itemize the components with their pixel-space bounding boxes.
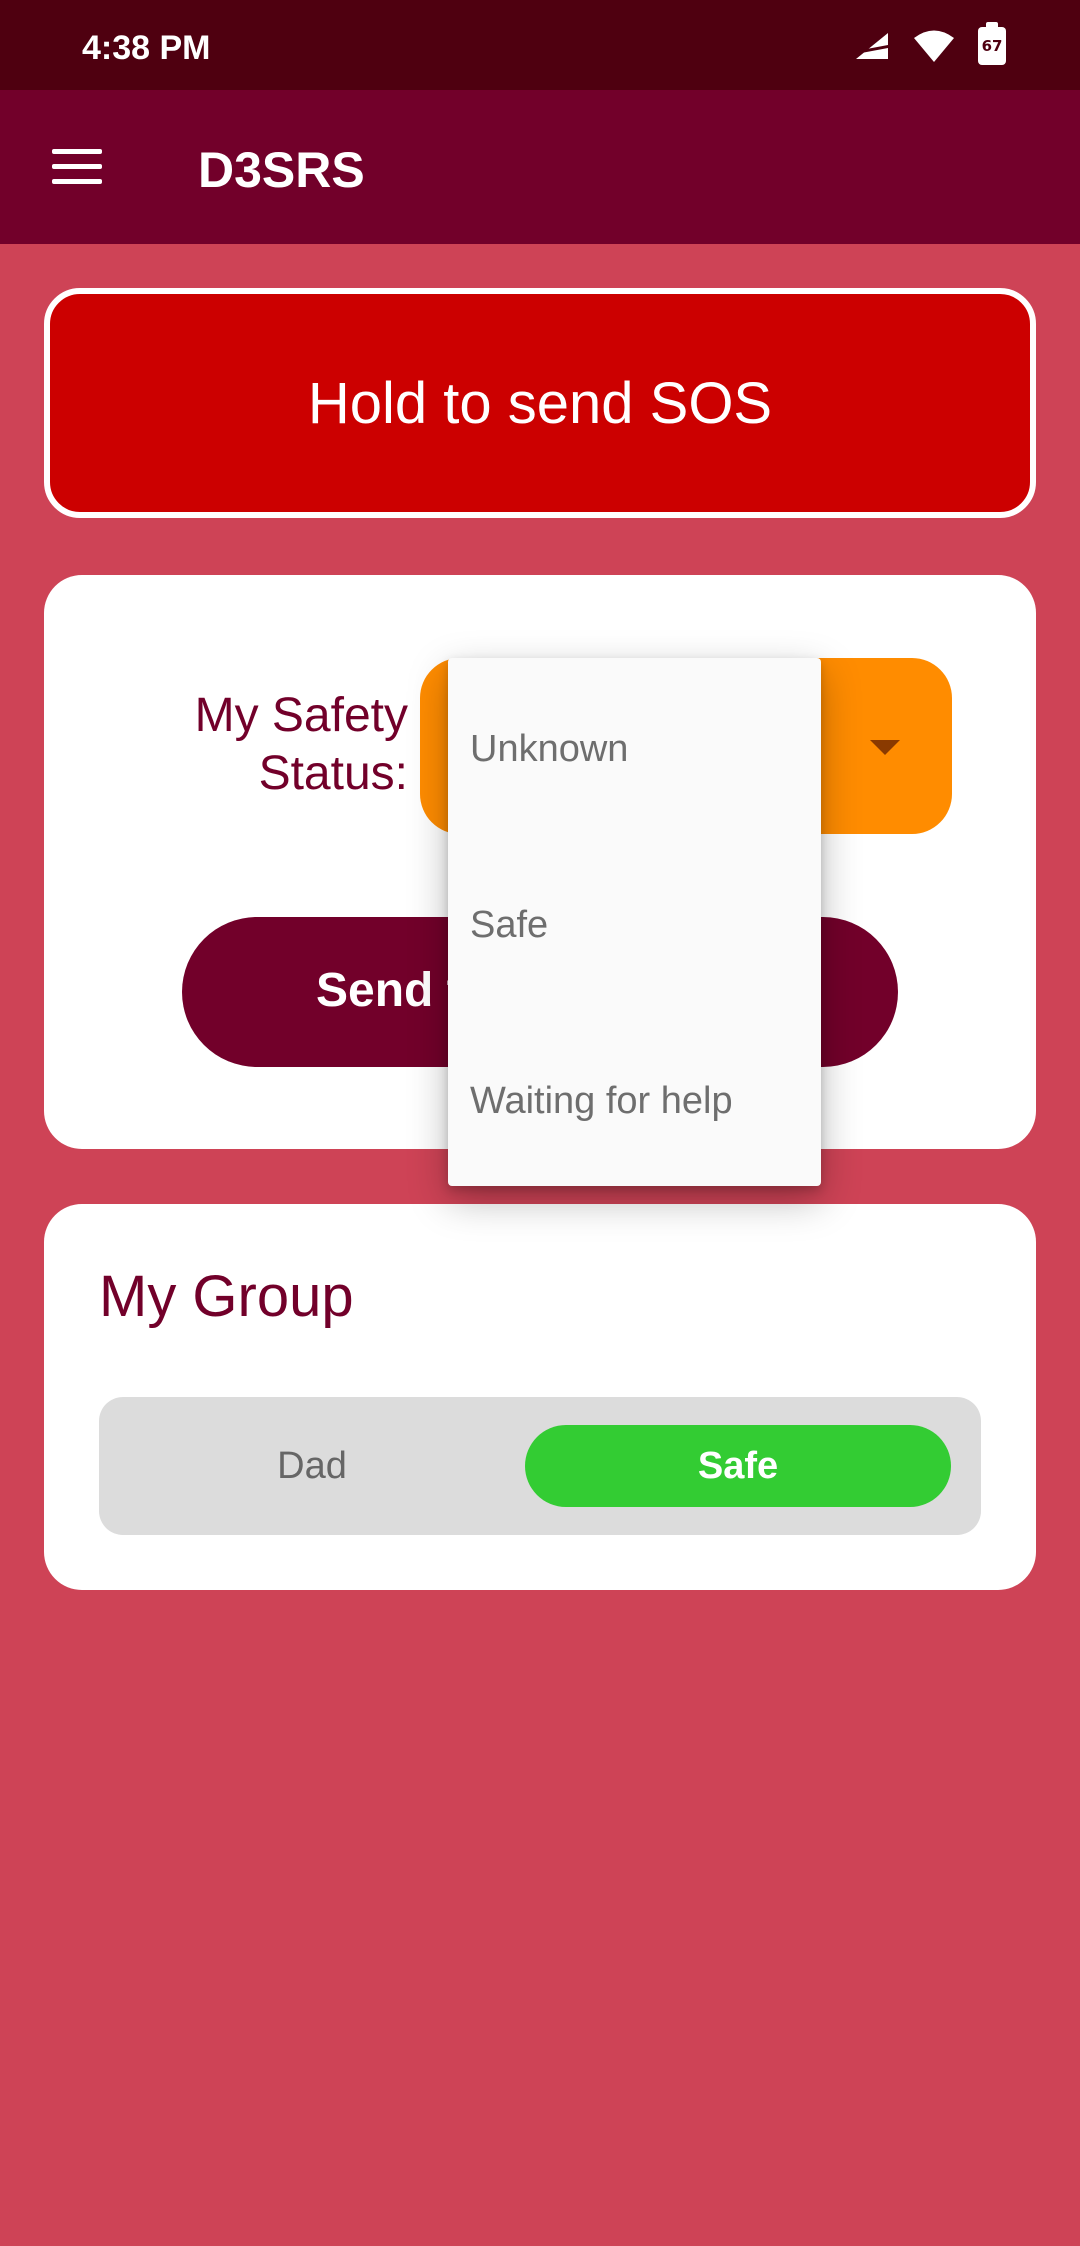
status-option-unknown[interactable]: Unknown — [470, 721, 810, 777]
status-time: 4:38 PM — [82, 29, 211, 67]
battery-level: 67 — [981, 36, 1003, 55]
status-option-safe[interactable]: Safe — [470, 897, 810, 953]
safety-status-label: My Safety Status: — [194, 689, 408, 800]
status-icons: 67 — [854, 22, 1006, 66]
member-name: Dad — [277, 1444, 347, 1487]
app-bar: D3SRS — [0, 90, 1080, 244]
group-title: My Group — [99, 1264, 354, 1329]
menu-icon[interactable] — [52, 149, 102, 185]
sos-button[interactable]: Hold to send SOS — [44, 288, 1036, 518]
my-group-card: My Group Dad Safe — [44, 1204, 1036, 1590]
member-status-badge: Safe — [525, 1425, 951, 1507]
wifi-icon — [914, 30, 954, 62]
dropdown-arrow-icon — [870, 740, 900, 755]
safety-status-menu: Unknown Safe Waiting for help — [448, 658, 821, 1186]
group-member-row: Dad Safe — [99, 1397, 981, 1535]
status-bar: 4:38 PM 67 — [0, 0, 1080, 90]
status-option-waiting[interactable]: Waiting for help — [470, 1073, 810, 1129]
battery-icon: 67 — [978, 22, 1006, 65]
sos-button-label: Hold to send SOS — [307, 370, 773, 436]
signal-icon — [856, 33, 888, 59]
app-title: D3SRS — [198, 142, 365, 198]
